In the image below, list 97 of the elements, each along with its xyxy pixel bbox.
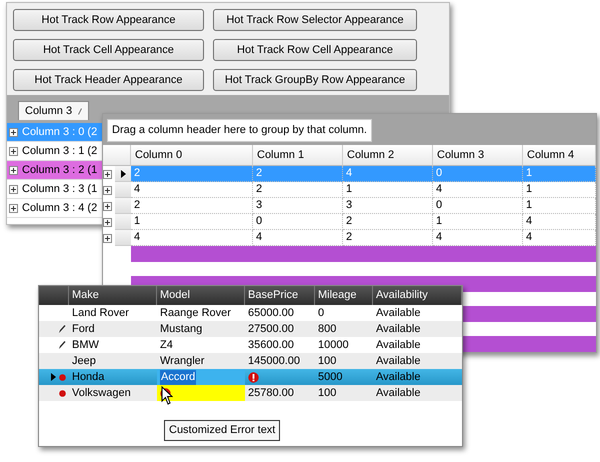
expand-icon[interactable] bbox=[9, 184, 18, 194]
group-by-prompt: Drag a column header here to group by that column. bbox=[107, 119, 372, 142]
column-header[interactable]: Column 4 bbox=[523, 145, 596, 166]
selected-text: Accord bbox=[160, 370, 196, 384]
table-cell: 25780.00 bbox=[245, 385, 315, 401]
table-cell-text: 0 bbox=[317, 306, 326, 320]
column-header[interactable]: Make bbox=[69, 286, 157, 305]
table-cell: 145000.00 bbox=[245, 353, 315, 369]
table-cell: Wrangler bbox=[157, 353, 245, 369]
table-cell: 4 bbox=[131, 182, 253, 198]
table-cell-text: Land Rover bbox=[71, 306, 130, 320]
group-row[interactable]: Column 3 : 4 (2 bbox=[7, 199, 103, 218]
row-selector[interactable] bbox=[115, 166, 131, 182]
table-cell: Honda bbox=[69, 369, 157, 385]
group-by-column-chip[interactable]: Column 3 bbox=[18, 101, 90, 120]
table-cell: 5000 bbox=[315, 369, 373, 385]
table-cell: Jeep bbox=[69, 353, 157, 369]
table-row[interactable]: Volkswagen 25780.00 100 Available bbox=[39, 385, 462, 401]
table-cell: 4 bbox=[343, 166, 433, 182]
table-cell: 4 bbox=[523, 214, 596, 230]
table-cell-text: Z4 bbox=[159, 338, 174, 352]
table-row[interactable]: BMW Z4 35600.00 10000 Available bbox=[39, 337, 462, 353]
error-tooltip: Customized Error text bbox=[164, 420, 280, 440]
expand-icon[interactable] bbox=[103, 186, 112, 194]
column-header[interactable]: BasePrice bbox=[245, 286, 315, 305]
column-header[interactable]: Model bbox=[157, 286, 245, 305]
table-cell: 2 bbox=[253, 182, 343, 198]
column-header[interactable]: Availability bbox=[373, 286, 462, 305]
table-cell: 1 bbox=[433, 214, 523, 230]
sort-icon bbox=[78, 108, 82, 114]
expand-icon[interactable] bbox=[9, 128, 18, 136]
table-cell: Available bbox=[373, 321, 462, 337]
table-cell: 800 bbox=[315, 321, 373, 337]
table-cell: 1 bbox=[523, 198, 596, 214]
table-cell-text: Available bbox=[375, 338, 422, 352]
expand-icon[interactable] bbox=[103, 170, 112, 178]
table-cell: 0 bbox=[433, 198, 523, 214]
table-cell-text: Raange Rover bbox=[159, 306, 232, 320]
table-cell: 2 bbox=[253, 166, 343, 182]
table-cell: 3 bbox=[343, 198, 433, 214]
header-corner bbox=[39, 286, 69, 305]
column-header[interactable]: Column 1 bbox=[253, 145, 343, 166]
expand-icon[interactable] bbox=[103, 234, 112, 242]
column-header[interactable]: Mileage bbox=[315, 286, 373, 305]
table-cell: 2 bbox=[343, 214, 433, 230]
expand-icon[interactable] bbox=[103, 218, 112, 226]
table-cell-text: 10000 bbox=[317, 338, 350, 352]
table-cell: 1 bbox=[523, 166, 596, 182]
appearance-button[interactable]: Hot Track Row Cell Appearance bbox=[213, 39, 417, 61]
table-cell: 0 bbox=[253, 214, 343, 230]
table-cell: 1 bbox=[523, 182, 596, 198]
table-cell: 1 bbox=[131, 214, 253, 230]
expand-icon[interactable] bbox=[9, 146, 18, 156]
error-icon bbox=[248, 372, 259, 382]
table-cell: 3 bbox=[253, 198, 343, 214]
expand-icon[interactable] bbox=[103, 202, 112, 210]
table-row[interactable]: Jeep Wrangler 145000.00 100 Available bbox=[39, 353, 462, 369]
table-cell: Ford bbox=[69, 321, 157, 337]
appearance-button[interactable]: Hot Track Row Appearance bbox=[13, 9, 204, 31]
table-cell-text: BMW bbox=[71, 338, 100, 352]
expand-icon[interactable] bbox=[9, 166, 18, 174]
table-row[interactable]: Land Rover Raange Rover 65000.00 0 Available bbox=[39, 305, 462, 321]
appearance-button[interactable]: Hot Track Row Selector Appearance bbox=[213, 9, 417, 31]
table-cell: 2 bbox=[131, 198, 253, 214]
table-cell-text: 65000.00 bbox=[247, 306, 295, 320]
table-cell: Mustang bbox=[157, 321, 245, 337]
table-cell: Available bbox=[373, 353, 462, 369]
mouse-pointer-icon bbox=[161, 386, 173, 405]
table-cell: Volkswagen bbox=[69, 385, 157, 401]
column-header[interactable]: Column 2 bbox=[343, 145, 433, 166]
header-corner bbox=[103, 145, 131, 166]
group-row[interactable]: Column 3 : 1 (2 bbox=[7, 142, 103, 161]
table-cell: 4 bbox=[433, 182, 523, 198]
table-cell-text: 35600.00 bbox=[247, 338, 295, 352]
appearance-button[interactable]: Hot Track Header Appearance bbox=[13, 69, 204, 91]
current-row-icon bbox=[120, 170, 126, 178]
table-cell: 2 bbox=[131, 166, 253, 182]
table-cell: 27500.00 bbox=[245, 321, 315, 337]
table-cell: Available bbox=[373, 385, 462, 401]
group-row[interactable]: Column 3 : 3 (1 bbox=[7, 180, 103, 199]
table-cell: 100 bbox=[315, 353, 373, 369]
appearance-button[interactable]: Hot Track GroupBy Row Appearance bbox=[213, 69, 417, 91]
column-header[interactable]: Column 3 bbox=[433, 145, 523, 166]
table-cell: 1 bbox=[343, 182, 433, 198]
table-row[interactable]: Honda Accord 5000 Available bbox=[39, 369, 462, 385]
row-selector[interactable] bbox=[39, 369, 69, 385]
expand-icon[interactable] bbox=[9, 204, 18, 212]
column-header[interactable]: Column 0 bbox=[131, 145, 253, 166]
appearance-button[interactable]: Hot Track Cell Appearance bbox=[13, 39, 204, 61]
cell-editor[interactable]: Accord bbox=[157, 369, 245, 385]
table-cell-text: Available bbox=[375, 306, 422, 320]
table-row[interactable]: Ford Mustang 27500.00 800 Available bbox=[39, 321, 462, 337]
table-cell: Available bbox=[373, 369, 462, 385]
table-cell: 100 bbox=[315, 385, 373, 401]
table-cell: 0 bbox=[433, 166, 523, 182]
hot-track-row[interactable] bbox=[131, 246, 596, 262]
group-row[interactable]: Column 3 : 2 (1 bbox=[7, 161, 103, 180]
